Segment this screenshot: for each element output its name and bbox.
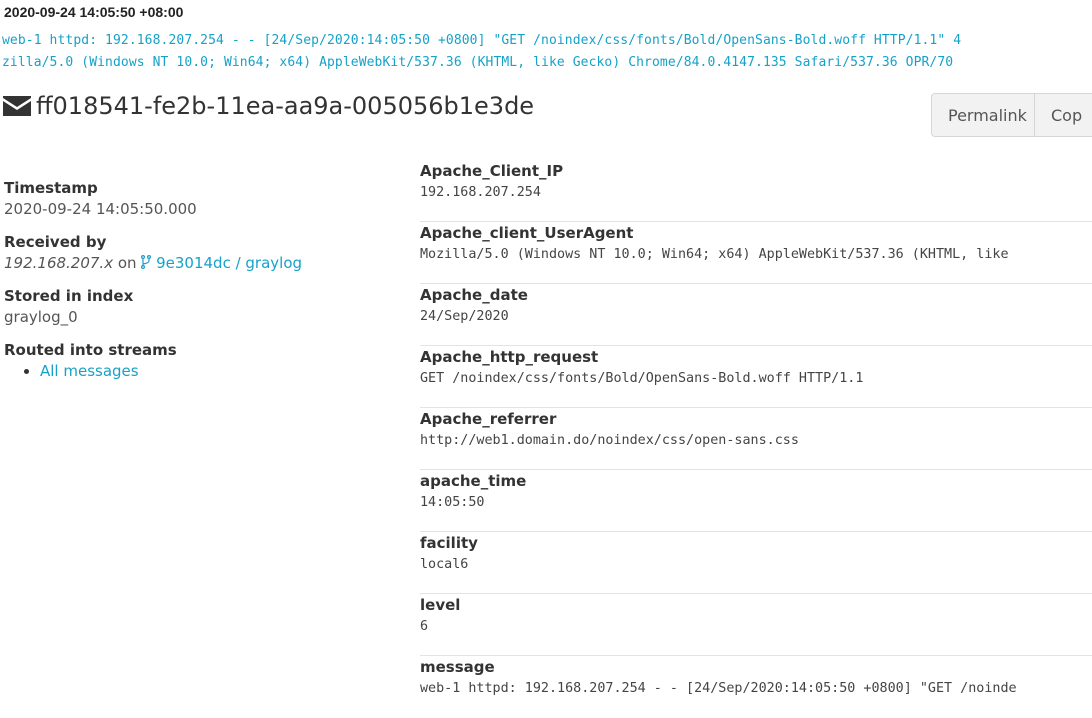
field-row: Apache_http_request GET /noindex/css/fon… xyxy=(420,346,1092,408)
field-value: 6 xyxy=(420,619,429,634)
field-value: 24/Sep/2020 xyxy=(420,309,509,324)
received-on-text: on xyxy=(117,254,137,272)
routed-streams-label: Routed into streams xyxy=(4,341,177,359)
field-row: Apache_referrer http://web1.domain.do/no… xyxy=(420,408,1092,470)
message-actions: Permalink Cop xyxy=(931,93,1092,137)
field-name[interactable]: Apache_referrer xyxy=(420,408,1092,430)
field-value: http://web1.domain.do/noindex/css/open-s… xyxy=(420,433,799,448)
envelope-icon xyxy=(3,96,31,116)
message-timestamp-heading: 2020-09-24 14:05:50 +08:00 xyxy=(4,4,184,20)
full-message-line-1[interactable]: web-1 httpd: 192.168.207.254 - - [24/Sep… xyxy=(2,33,961,48)
field-value: GET /noindex/css/fonts/Bold/OpenSans-Bol… xyxy=(420,371,864,386)
field-value: local6 xyxy=(420,557,469,572)
message-detail-page: 2020-09-24 14:05:50 +08:00 web-1 httpd: … xyxy=(0,0,1092,718)
node-link[interactable]: 9e3014dc / graylog xyxy=(141,254,302,272)
stream-link-all-messages[interactable]: All messages xyxy=(24,360,394,382)
field-row: Apache_Client_IP 192.168.207.254 xyxy=(420,160,1092,222)
timestamp-value: 2020-09-24 14:05:50.000 xyxy=(4,200,197,218)
field-row: Apache_client_UserAgent Mozilla/5.0 (Win… xyxy=(420,222,1092,284)
received-by-label: Received by xyxy=(4,233,107,251)
node-link-label: 9e3014dc / graylog xyxy=(156,254,303,272)
field-name[interactable]: Apache_client_UserAgent xyxy=(420,222,1092,244)
field-name[interactable]: facility xyxy=(420,532,1092,554)
field-value: 14:05:50 xyxy=(420,495,485,510)
field-name[interactable]: Apache_date xyxy=(420,284,1092,306)
timestamp-label: Timestamp xyxy=(4,179,98,197)
received-source: 192.168.207.x xyxy=(4,254,114,272)
field-name[interactable]: apache_time xyxy=(420,470,1092,492)
message-fields: Apache_Client_IP 192.168.207.254 Apache_… xyxy=(420,160,1092,718)
field-row: apache_time 14:05:50 xyxy=(420,470,1092,532)
received-by-value: 192.168.207.x on 9e3014dc / graylog xyxy=(4,252,394,274)
field-row: level 6 xyxy=(420,594,1092,656)
field-value: web-1 httpd: 192.168.207.254 - - [24/Sep… xyxy=(420,681,1017,696)
message-id-heading: ff018541-fe2b-11ea-aa9a-005056b1e3de xyxy=(2,92,534,120)
permalink-button[interactable]: Permalink xyxy=(931,93,1035,137)
field-value: Mozilla/5.0 (Windows NT 10.0; Win64; x64… xyxy=(420,247,1009,262)
field-row: Apache_date 24/Sep/2020 xyxy=(420,284,1092,346)
code-fork-icon xyxy=(141,255,152,269)
full-message-line-2[interactable]: zilla/5.0 (Windows NT 10.0; Win64; x64) … xyxy=(2,55,953,70)
field-name[interactable]: level xyxy=(420,594,1092,616)
stored-index-value: graylog_0 xyxy=(4,308,78,326)
field-row: message web-1 httpd: 192.168.207.254 - -… xyxy=(420,656,1092,718)
stream-list: All messages xyxy=(4,360,394,382)
field-row: facility local6 xyxy=(420,532,1092,594)
message-id: ff018541-fe2b-11ea-aa9a-005056b1e3de xyxy=(36,92,535,120)
field-name[interactable]: message xyxy=(420,656,1092,678)
stored-index-label: Stored in index xyxy=(4,287,134,305)
field-value: 192.168.207.254 xyxy=(420,185,541,200)
copy-id-button[interactable]: Cop xyxy=(1035,93,1092,137)
routed-streams-value: All messages xyxy=(4,360,394,382)
field-name[interactable]: Apache_http_request xyxy=(420,346,1092,368)
message-metadata: Timestamp 2020-09-24 14:05:50.000 Receiv… xyxy=(4,178,394,394)
field-name[interactable]: Apache_Client_IP xyxy=(420,160,1092,182)
